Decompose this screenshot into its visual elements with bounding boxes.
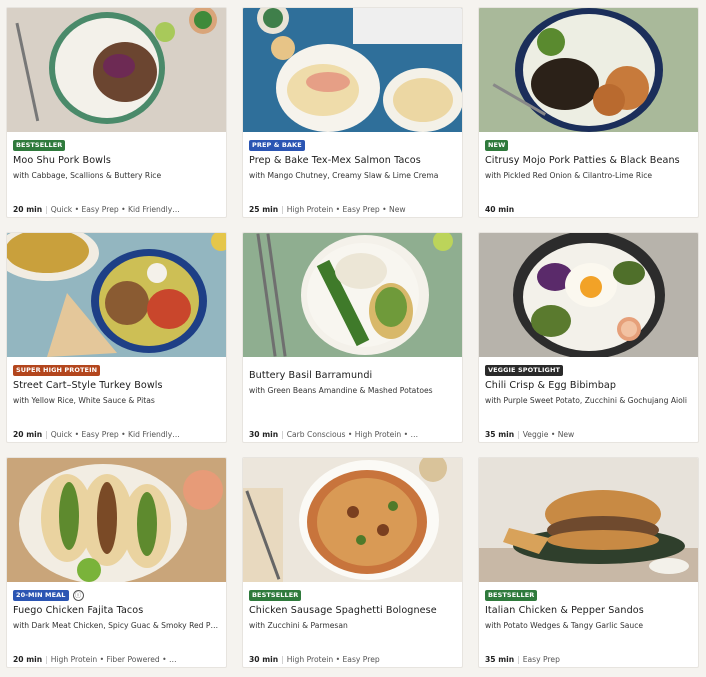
recipe-subtitle: with Purple Sweet Potato, Zucchini & Goc… bbox=[485, 396, 687, 405]
recipe-card[interactable]: SUPER HIGH PROTEIN Street Cart–Style Tur… bbox=[6, 232, 227, 443]
badge-bestseller: BESTSELLER bbox=[249, 589, 302, 601]
recipe-title[interactable]: Chili Crisp & Egg Bibimbap bbox=[485, 380, 697, 391]
recipe-subtitle: with Zucchini & Parmesan bbox=[249, 621, 348, 630]
recipe-tags: Quick • Easy Prep • Kid Friendly… bbox=[50, 205, 180, 214]
recipe-tags: High Protein • Easy Prep bbox=[286, 655, 380, 664]
cook-time: 30 min bbox=[249, 655, 279, 664]
recipe-title[interactable]: Moo Shu Pork Bowls bbox=[13, 155, 225, 166]
recipe-grid: BESTSELLER Moo Shu Pork Bowls with Cabba… bbox=[0, 0, 706, 677]
cook-time: 35 min bbox=[485, 430, 515, 439]
recipe-meta: 20 min | Quick • Easy Prep • Kid Friendly… bbox=[13, 205, 180, 214]
recipe-image[interactable] bbox=[7, 8, 226, 132]
badge-veggie-spotlight: VEGGIE SPOTLIGHT bbox=[485, 364, 564, 376]
recipe-subtitle: with Pickled Red Onion & Cilantro-Lime R… bbox=[485, 171, 653, 180]
recipe-image[interactable] bbox=[7, 458, 226, 582]
cook-time: 20 min bbox=[13, 205, 43, 214]
recipe-image[interactable] bbox=[243, 233, 462, 357]
recipe-tags: Veggie • New bbox=[522, 430, 575, 439]
badge-prep-bake: PREP & BAKE bbox=[249, 139, 305, 151]
recipe-image[interactable] bbox=[7, 233, 226, 357]
recipe-meta: 20 min | High Protein • Fiber Powered • … bbox=[13, 655, 177, 664]
badge-bestseller: BESTSELLER bbox=[13, 139, 66, 151]
badge-20-min-meal: 20-MIN MEAL bbox=[13, 589, 69, 601]
recipe-card[interactable]: BESTSELLER Italian Chicken & Pepper Sand… bbox=[478, 457, 699, 668]
recipe-tags: High Protein • Fiber Powered • … bbox=[50, 655, 177, 664]
recipe-title[interactable]: Buttery Basil Barramundi bbox=[249, 370, 461, 381]
recipe-image[interactable] bbox=[243, 8, 462, 132]
recipe-tags: Carb Conscious • High Protein • … bbox=[286, 430, 419, 439]
recipe-meta: 35 min | Veggie • New bbox=[485, 430, 575, 439]
recipe-meta: 40 min bbox=[485, 205, 697, 214]
recipe-meta: 30 min | High Protein • Easy Prep bbox=[249, 655, 380, 664]
recipe-image[interactable] bbox=[479, 8, 698, 132]
recipe-card[interactable]: PREP & BAKE Prep & Bake Tex-Mex Salmon T… bbox=[242, 7, 463, 218]
recipe-card[interactable]: NEW Citrusy Mojo Pork Patties & Black Be… bbox=[478, 7, 699, 218]
badge-bestseller: BESTSELLER bbox=[485, 589, 538, 601]
cook-time: 40 min bbox=[485, 205, 515, 214]
recipe-meta: 35 min | Easy Prep bbox=[485, 655, 560, 664]
recipe-card[interactable]: VEGGIE SPOTLIGHT Chili Crisp & Egg Bibim… bbox=[478, 232, 699, 443]
recipe-title[interactable]: Italian Chicken & Pepper Sandos bbox=[485, 605, 697, 616]
cook-time: 20 min bbox=[13, 430, 43, 439]
cook-time: 25 min bbox=[249, 205, 279, 214]
recipe-image[interactable] bbox=[479, 458, 698, 582]
recipe-tags: High Protein • Easy Prep • New bbox=[286, 205, 406, 214]
recipe-card[interactable]: Buttery Basil Barramundi with Green Bean… bbox=[242, 232, 463, 443]
recipe-tags: Easy Prep bbox=[522, 655, 560, 664]
recipe-title[interactable]: Fuego Chicken Fajita Tacos bbox=[13, 605, 225, 616]
recipe-subtitle: with Yellow Rice, White Sauce & Pitas bbox=[13, 396, 155, 405]
recipe-meta: 20 min | Quick • Easy Prep • Kid Friendly… bbox=[13, 430, 180, 439]
badge-super-high-protein: SUPER HIGH PROTEIN bbox=[13, 364, 101, 376]
recipe-card[interactable]: BESTSELLER Chicken Sausage Spaghetti Bol… bbox=[242, 457, 463, 668]
recipe-image[interactable] bbox=[243, 458, 462, 582]
recipe-tags: Quick • Easy Prep • Kid Friendly… bbox=[50, 430, 180, 439]
recipe-title[interactable]: Citrusy Mojo Pork Patties & Black Beans bbox=[485, 155, 697, 166]
recipe-card[interactable]: BESTSELLER Moo Shu Pork Bowls with Cabba… bbox=[6, 7, 227, 218]
recipe-title[interactable]: Chicken Sausage Spaghetti Bolognese bbox=[249, 605, 461, 616]
recipe-meta: 30 min | Carb Conscious • High Protein • … bbox=[249, 430, 419, 439]
cook-time: 20 min bbox=[13, 655, 43, 664]
recipe-title[interactable]: Prep & Bake Tex-Mex Salmon Tacos bbox=[249, 155, 461, 166]
badge-new: NEW bbox=[485, 139, 509, 151]
info-icon[interactable]: ⓘ bbox=[72, 589, 84, 601]
recipe-card[interactable]: 20-MIN MEAL ⓘ Fuego Chicken Fajita Tacos… bbox=[6, 457, 227, 668]
recipe-subtitle: with Potato Wedges & Tangy Garlic Sauce bbox=[485, 621, 644, 630]
recipe-subtitle: with Cabbage, Scallions & Buttery Rice bbox=[13, 171, 162, 180]
recipe-subtitle: with Mango Chutney, Creamy Slaw & Lime C… bbox=[249, 171, 439, 180]
recipe-meta: 25 min | High Protein • Easy Prep • New bbox=[249, 205, 406, 214]
cook-time: 30 min bbox=[249, 430, 279, 439]
recipe-title[interactable]: Street Cart–Style Turkey Bowls bbox=[13, 380, 225, 391]
recipe-subtitle: with Green Beans Amandine & Mashed Potat… bbox=[249, 386, 433, 395]
recipe-subtitle: with Dark Meat Chicken, Spicy Guac & Smo… bbox=[13, 621, 219, 630]
recipe-image[interactable] bbox=[479, 233, 698, 357]
cook-time: 35 min bbox=[485, 655, 515, 664]
